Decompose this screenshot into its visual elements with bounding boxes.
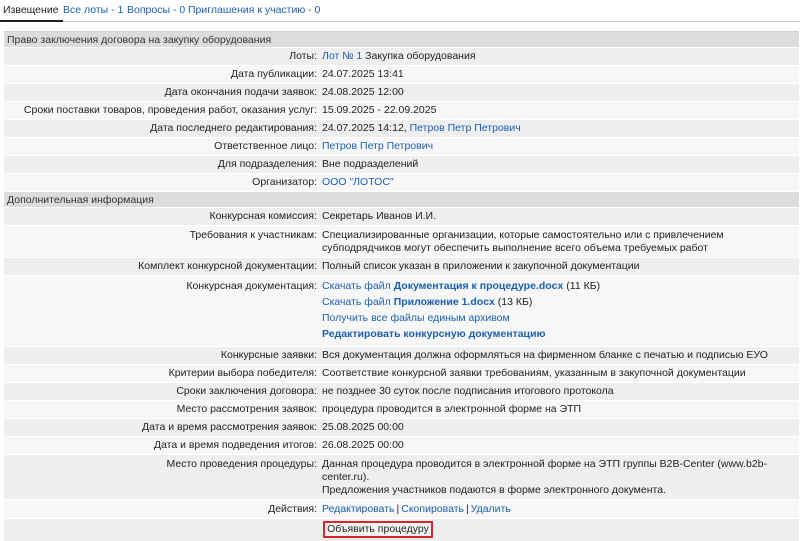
label-bid-deadline: Дата окончания подачи заявок: [164,86,317,98]
row-review-place: Место рассмотрения заявок: процедура про… [4,401,799,419]
edit-documentation-link[interactable]: Редактировать конкурсную документацию [322,328,797,341]
tab-all-lots[interactable]: Все лоты - 1 [63,4,123,16]
row-documentation: Конкурсная документация: Скачать файл До… [4,276,799,347]
value-criteria: Соответствие конкурсной заявки требовани… [322,367,746,379]
download-doc-2-name: Приложение 1.docx [393,296,495,308]
value-contract-terms: не позднее 30 суток после подписания ито… [322,385,614,397]
label-responsible: Ответственное лицо: [214,140,317,152]
row-announce: Объявить процедуру [4,519,799,541]
row-review-date: Дата и время рассмотрения заявок: 25.08.… [4,419,799,437]
label-bids: Конкурсные заявки: [220,349,317,361]
document-2: Скачать файл Приложение 1.docx (13 КБ) [322,296,797,309]
value-documentation: Скачать файл Документация к процедуре.do… [320,276,799,343]
label-documentation: Конкурсная документация: [186,280,317,292]
row-bids: Конкурсные заявки: Вся документация долж… [4,347,799,365]
row-department: Для подразделения: Вне подразделений [4,156,799,174]
row-requirements: Требования к участникам: Специализирован… [4,226,799,258]
document-1: Скачать файл Документация к процедуре.do… [322,280,797,293]
copy-procedure-link[interactable]: Скопировать [401,503,464,515]
value-commission: Секретарь Иванов И.И. [322,210,437,222]
value-review-date: 25.08.2025 00:00 [322,421,404,433]
label-publication-date: Дата публикации: [230,68,317,80]
action-separator: | [396,503,400,515]
download-doc-1-name: Документация к процедуре.docx [393,280,564,292]
row-venue: Место проведения процедуры: Данная проце… [4,455,799,500]
row-actions: Действия: Редактировать | Скопировать | Удал… [4,500,799,519]
organizer-link[interactable]: ООО "ЛОТОС" [322,176,394,188]
label-venue: Место проведения процедуры: [166,458,317,470]
action-separator: | [465,503,469,515]
row-delivery-terms: Сроки поставки товаров, проведения работ… [4,102,799,120]
row-bid-deadline: Дата окончания подачи заявок: 24.08.2025… [4,84,799,102]
label-last-edited: Дата последнего редактирования: [150,122,317,134]
row-contract-terms: Сроки заключения договора: не позднее 30… [4,383,799,401]
label-organizer: Организатор: [252,176,317,188]
value-bids: Вся документация должна оформляться на ф… [322,349,768,361]
value-requirements: Специализированные организации, которые … [322,229,724,254]
label-documentation-kit: Комплект конкурсной документации: [138,260,317,272]
delete-procedure-link[interactable]: Удалить [471,503,511,515]
lot-name: Закупка оборудования [365,50,476,62]
download-doc-1-prefix: Скачать файл [322,280,391,292]
value-bid-deadline: 24.08.2025 12:00 [322,86,404,98]
download-doc-2-link[interactable]: Скачать файл Приложение 1.docx [322,296,495,308]
venue-line-2: Предложения участников подаются в форме … [322,484,666,496]
value-responsible: Петров Петр Петрович [320,138,799,155]
row-publication-date: Дата публикации: 24.07.2025 13:41 [4,66,799,84]
value-results-date: 26.08.2025 00:00 [322,439,404,451]
tab-bar: Извещение Все лоты - 1 Вопросы - 0 Пригл… [0,0,800,22]
value-lots: Лот № 1 Закупка оборудования [320,48,799,65]
row-lots: Лоты: Лот № 1 Закупка оборудования [4,48,799,66]
value-review-place: процедура проводится в электронной форме… [322,403,582,415]
edit-procedure-link[interactable]: Редактировать [322,503,395,515]
value-publication-date: 24.07.2025 13:41 [322,68,404,80]
label-department: Для подразделения: [217,158,317,170]
value-delivery-terms: 15.09.2025 - 22.09.2025 [322,104,437,116]
row-organizer: Организатор: ООО "ЛОТОС" [4,174,799,192]
announce-procedure-button[interactable]: Объявить процедуру [323,521,433,538]
row-criteria: Критерии выбора победителя: Соответствие… [4,365,799,383]
label-requirements: Требования к участникам: [189,229,317,241]
row-results-date: Дата и время подведения итогов: 26.08.20… [4,437,799,455]
responsible-user-link[interactable]: Петров Петр Петрович [322,140,433,152]
value-venue: Данная процедура проводится в электронно… [320,455,799,499]
row-documentation-kit: Комплект конкурсной документации: Полный… [4,258,799,276]
label-results-date: Дата и время подведения итогов: [153,439,317,451]
label-delivery-terms: Сроки поставки товаров, проведения работ… [23,104,317,116]
label-review-place: Место рассмотрения заявок: [176,403,317,415]
row-commission: Конкурсная комиссия: Секретарь Иванов И.… [4,208,799,226]
value-documentation-kit: Полный список указан в приложении к заку… [322,260,640,272]
tab-invitations[interactable]: Приглашения к участию - 0 [188,4,320,16]
download-doc-2-prefix: Скачать файл [322,296,391,308]
last-edited-user-link[interactable]: Петров Петр Петрович [410,122,521,134]
doc-1-size: (11 КБ) [566,280,601,292]
procedure-details-table: Право заключения договора на закупку обо… [4,31,799,541]
value-department: Вне подразделений [322,158,419,170]
lot-link[interactable]: Лот № 1 [322,50,362,62]
label-lots: Лоты: [289,50,317,62]
label-review-date: Дата и время рассмотрения заявок: [142,421,317,433]
label-contract-terms: Сроки заключения договора: [176,385,317,397]
tab-notice[interactable]: Извещение [0,4,63,22]
tab-questions[interactable]: Вопросы - 0 [127,4,185,16]
row-last-edited: Дата последнего редактирования: 24.07.20… [4,120,799,138]
last-edited-date: 24.07.2025 14:12, [322,122,407,134]
doc-2-size: (13 КБ) [497,296,533,308]
label-criteria: Критерии выбора победителя: [168,367,317,379]
venue-line-1: Данная процедура проводится в электронно… [322,458,767,483]
download-archive-link[interactable]: Получить все файлы единым архивом [322,312,797,325]
value-last-edited: 24.07.2025 14:12, Петров Петр Петрович [320,120,799,137]
section-header-main: Право заключения договора на закупку обо… [4,32,799,48]
value-organizer: ООО "ЛОТОС" [320,174,799,191]
section-header-additional: Дополнительная информация [4,192,799,208]
label-commission: Конкурсная комиссия: [209,210,317,222]
download-doc-1-link[interactable]: Скачать файл Документация к процедуре.do… [322,280,563,292]
row-responsible: Ответственное лицо: Петров Петр Петрович [4,138,799,156]
